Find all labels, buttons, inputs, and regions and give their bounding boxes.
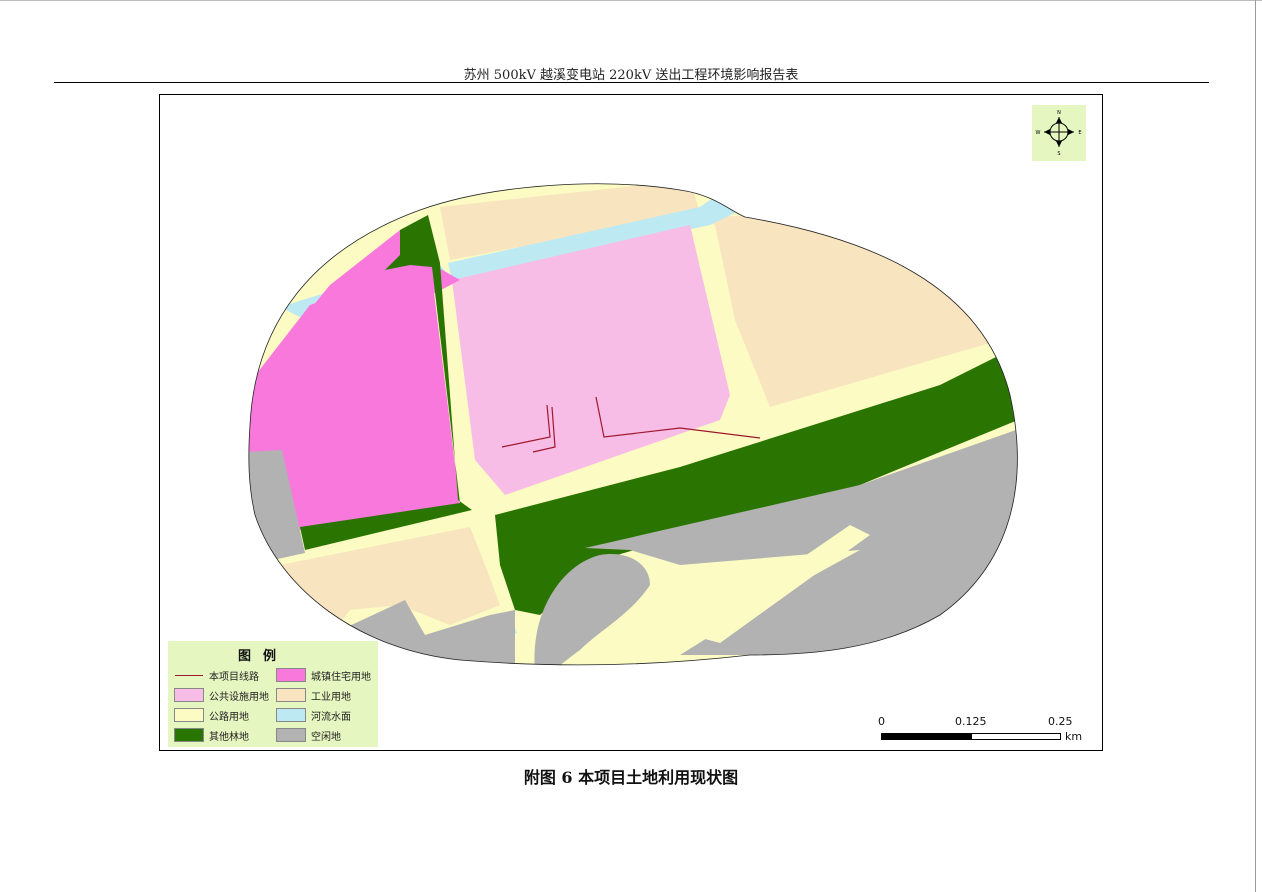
legend-label: 河流水面 <box>311 712 351 723</box>
compass-n: N <box>1057 110 1061 116</box>
legend-swatch <box>174 668 204 682</box>
legend-swatch <box>276 668 306 682</box>
legend-label: 工业用地 <box>311 692 351 703</box>
legend-swatch <box>276 728 306 742</box>
legend-label: 本项目线路 <box>209 672 259 683</box>
map-frame: N S W E 图例 本项目线路 城镇住宅用地 公共设施用地 工业用地 公路用地 <box>159 94 1103 751</box>
figure-caption: 附图 6 本项目土地利用现状图 <box>523 768 739 787</box>
compass-rose: N S W E <box>1032 105 1086 161</box>
document-header: 苏州 500kV 越溪变电站 220kV 送出工程环境影响报告表 <box>463 68 799 83</box>
legend-swatch <box>174 708 204 722</box>
page-right-border <box>1255 0 1256 892</box>
scale-tick: 0.25 <box>1048 715 1073 728</box>
page-top-border <box>0 0 1262 1</box>
scale-tick: 0.125 <box>955 715 987 728</box>
compass-s: S <box>1057 151 1060 157</box>
legend-swatch <box>276 688 306 702</box>
scale-unit: km <box>1065 730 1083 743</box>
scale-bar: 0 0.125 0.25 km <box>876 715 1102 745</box>
legend-swatch <box>174 688 204 702</box>
legend-label: 其他林地 <box>209 732 249 743</box>
scale-tick: 0 <box>878 715 885 728</box>
compass-e: E <box>1078 130 1081 136</box>
scale-segment-black <box>881 733 971 740</box>
legend-title: 图例 <box>237 649 288 664</box>
legend-swatch <box>174 728 204 742</box>
legend-swatch <box>276 708 306 722</box>
legend-label: 空闲地 <box>311 732 341 743</box>
scale-segment-white <box>971 733 1061 740</box>
header-rule <box>54 82 1209 83</box>
legend-label: 公路用地 <box>209 712 249 723</box>
compass-w: W <box>1036 130 1041 136</box>
map-legend: 图例 本项目线路 城镇住宅用地 公共设施用地 工业用地 公路用地 河流水面 其他 <box>168 641 378 747</box>
legend-label: 城镇住宅用地 <box>311 672 371 683</box>
north-arrow-icon: N S W E <box>1036 110 1082 157</box>
legend-label: 公共设施用地 <box>209 692 269 703</box>
